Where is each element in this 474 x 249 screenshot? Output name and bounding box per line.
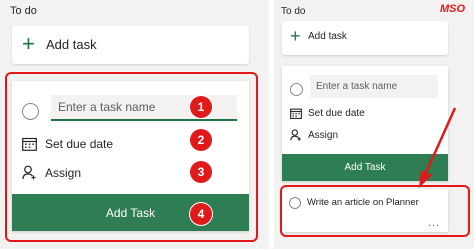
site-logo: MSO [440,3,466,15]
pointer-arrow-icon [419,107,457,188]
